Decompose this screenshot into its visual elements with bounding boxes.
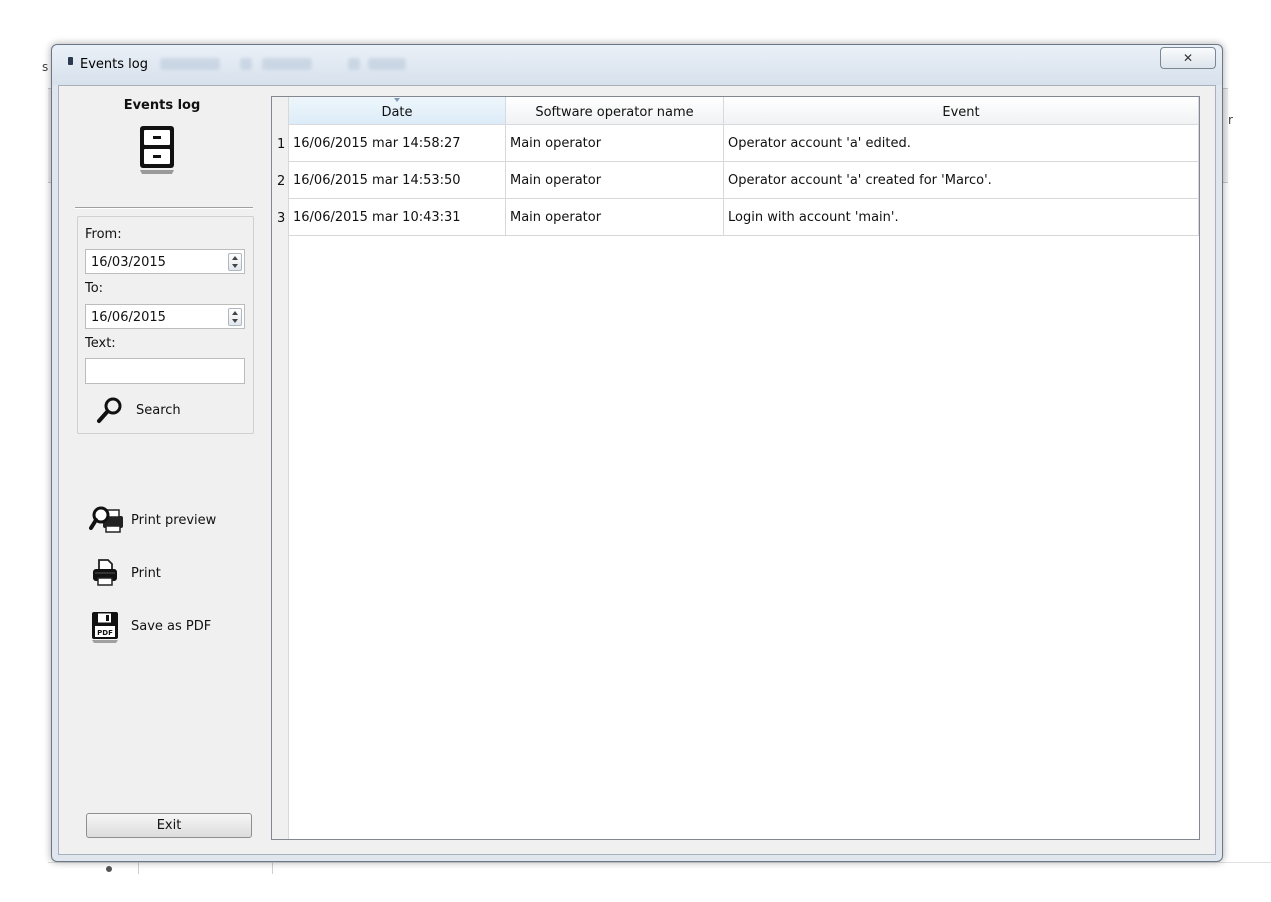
to-date-value: 16/06/2015 (91, 310, 166, 325)
title-bar[interactable]: Events log ✕ (52, 45, 1222, 85)
print-button[interactable]: Print (89, 557, 249, 589)
cell-event[interactable]: Login with account 'main'. (724, 199, 1199, 236)
printer-icon (93, 559, 117, 586)
column-header-operator[interactable]: Software operator name (506, 97, 724, 125)
row-number: 2 (272, 162, 289, 199)
column-header-event[interactable]: Event (724, 97, 1199, 125)
pdf-badge-text: PDF (97, 629, 113, 637)
floppy-pdf-icon: PDF (92, 612, 118, 643)
column-header-operator-label: Software operator name (535, 105, 694, 120)
cell-operator[interactable]: Main operator (506, 162, 724, 199)
cell-operator[interactable]: Main operator (506, 125, 724, 162)
cell-date[interactable]: 16/06/2015 mar 14:53:50 (289, 162, 506, 199)
table-row[interactable]: 1 16/06/2015 mar 14:58:27 Main operator … (272, 125, 1199, 162)
sidebar-heading: Events log (123, 98, 201, 113)
sort-descending-icon (394, 98, 400, 102)
events-table[interactable]: Date Software operator name Event 1 16/0… (271, 96, 1200, 840)
text-label: Text: (85, 336, 116, 351)
print-preview-button[interactable]: Print preview (89, 504, 249, 536)
cell-event[interactable]: Operator account 'a' edited. (724, 125, 1199, 162)
search-button[interactable]: Search (96, 395, 206, 425)
from-date-field[interactable]: 16/03/2015 (85, 249, 245, 274)
cell-date[interactable]: 16/06/2015 mar 14:58:27 (289, 125, 506, 162)
background-text-fragment: s (42, 60, 49, 74)
background-tab-ghost (240, 58, 252, 70)
table-row[interactable]: 2 16/06/2015 mar 14:53:50 Main operator … (272, 162, 1199, 199)
print-preview-icon (89, 506, 123, 533)
exit-button[interactable]: Exit (86, 813, 252, 838)
table-row[interactable]: 3 16/06/2015 mar 10:43:31 Main operator … (272, 199, 1199, 236)
background-tick (272, 862, 273, 874)
save-as-pdf-label: Save as PDF (131, 619, 212, 634)
print-label: Print (131, 566, 161, 581)
window-title: Events log (80, 57, 148, 72)
app-icon (68, 57, 73, 65)
row-number: 3 (272, 199, 289, 236)
search-label: Search (136, 403, 181, 418)
close-button[interactable]: ✕ (1160, 47, 1216, 69)
background-tab-ghost (348, 58, 360, 70)
background-icon (106, 866, 112, 872)
to-label: To: (85, 281, 104, 296)
from-label: From: (85, 227, 122, 242)
to-date-field[interactable]: 16/06/2015 (85, 304, 245, 329)
from-date-spinner[interactable] (228, 253, 242, 271)
to-date-spinner[interactable] (228, 308, 242, 326)
cell-operator[interactable]: Main operator (506, 199, 724, 236)
cell-date[interactable]: 16/06/2015 mar 10:43:31 (289, 199, 506, 236)
row-number: 1 (272, 125, 289, 162)
column-header-date[interactable]: Date (289, 97, 506, 125)
save-as-pdf-button[interactable]: PDF Save as PDF (89, 610, 249, 643)
background-text-fragment: r (1228, 113, 1233, 127)
background-tab-ghost (368, 58, 406, 70)
column-header-date-label: Date (381, 105, 413, 120)
cell-event[interactable]: Operator account 'a' created for 'Marco'… (724, 162, 1199, 199)
sidebar: Events log From: 16/03/2015 To: 16/06/20… (59, 86, 265, 854)
background-line (48, 862, 1271, 863)
file-cabinet-icon (140, 126, 174, 174)
text-search-input[interactable] (85, 358, 245, 384)
background-tab-ghost (262, 58, 312, 70)
background-tick (138, 862, 139, 874)
filter-panel: From: 16/03/2015 To: 16/06/2015 Text: Se… (77, 216, 254, 434)
from-date-value: 16/03/2015 (91, 255, 166, 270)
background-bottom-bar (40, 862, 1271, 902)
sidebar-separator (75, 207, 253, 209)
close-icon: ✕ (1182, 51, 1194, 65)
column-header-event-label: Event (942, 105, 980, 120)
background-tab-ghost (160, 58, 220, 70)
window-client-area: Events log From: 16/03/2015 To: 16/06/20… (58, 85, 1216, 855)
events-log-window: Events log ✕ Events log From: 16/03/2015… (51, 44, 1223, 862)
search-icon (97, 397, 122, 423)
print-preview-label: Print preview (131, 513, 217, 528)
